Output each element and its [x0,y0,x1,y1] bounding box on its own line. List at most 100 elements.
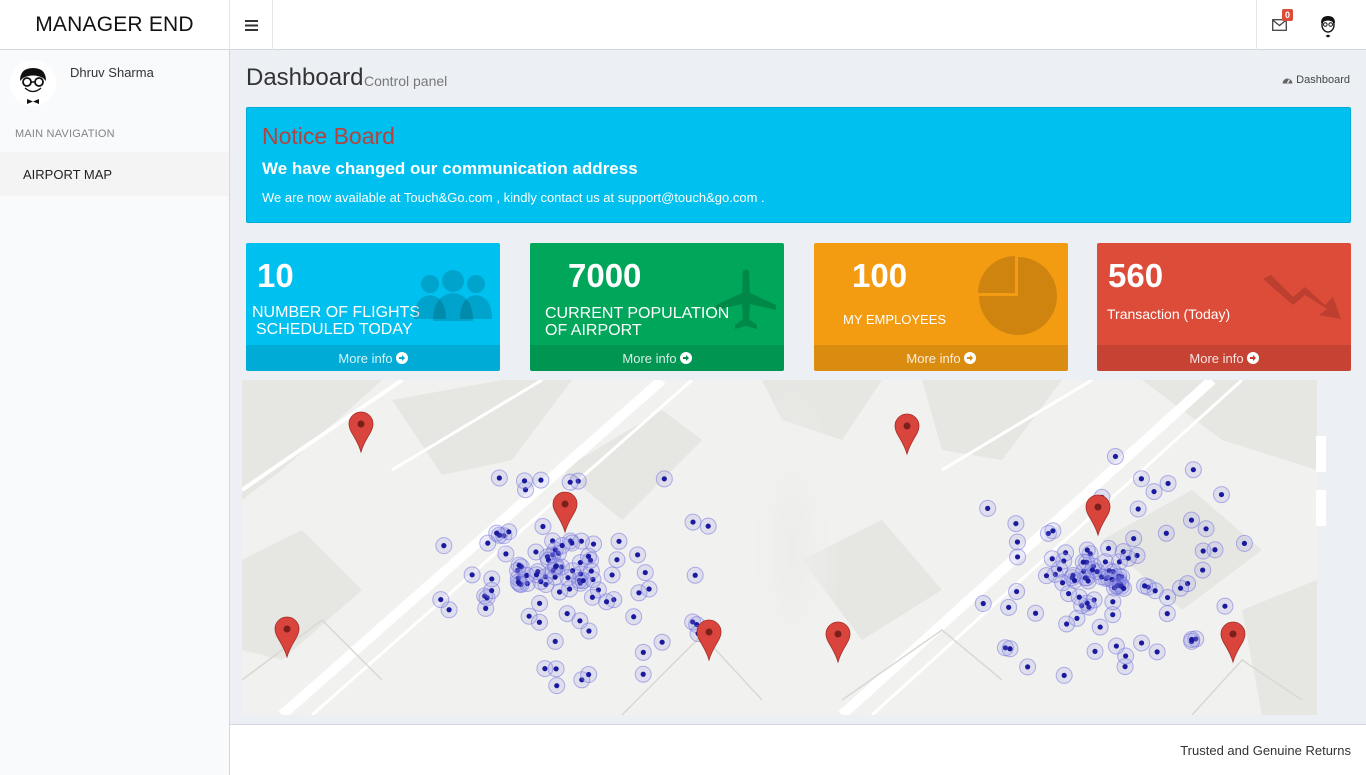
stat-more-info-link[interactable]: More info [530,345,784,371]
map-cluster-point[interactable] [1079,572,1097,590]
map-cluster-point[interactable] [1216,597,1234,615]
map-cluster-point[interactable] [1100,539,1118,557]
map-cluster-point[interactable] [488,524,506,542]
map-cluster-point[interactable] [1086,642,1104,660]
map-cluster-point[interactable] [1070,588,1088,606]
stat-more-info-link[interactable]: More info [246,345,500,371]
map-cluster-point[interactable] [1212,486,1230,504]
map-cluster-point[interactable] [1007,515,1025,533]
map-cluster-point[interactable] [1148,643,1166,661]
map-cluster-point[interactable] [583,588,601,606]
map-cluster-point[interactable] [534,517,552,535]
map-cluster-point[interactable] [528,566,546,584]
map-cluster-point[interactable] [532,471,550,489]
map-zoom-out-button[interactable] [1316,490,1326,526]
map-cluster-point[interactable] [1119,549,1137,567]
map-cluster-point[interactable] [546,632,564,650]
map-cluster-point[interactable] [1008,583,1026,601]
map-cluster-point[interactable] [547,660,565,678]
map-cluster-point[interactable] [1206,541,1224,559]
map-cluster-point[interactable] [653,633,671,651]
map-cluster-point[interactable] [1132,470,1150,488]
map-cluster-point[interactable] [516,472,534,490]
map-cluster-point[interactable] [1027,604,1045,622]
map-cluster-point[interactable] [432,591,450,609]
breadcrumb-label[interactable]: Dashboard [1296,74,1350,86]
brand-logo[interactable]: MANAGER END [0,0,230,50]
map-cluster-point[interactable] [435,537,453,555]
map-cluster-point[interactable] [603,566,621,584]
map-cluster-point[interactable] [510,556,528,574]
sidebar-toggle-button[interactable] [230,0,273,50]
map-marker-icon[interactable] [1085,494,1111,537]
map-cluster-point[interactable] [463,566,481,584]
map-cluster-point[interactable] [974,595,992,613]
map-marker-icon[interactable] [894,413,920,456]
map-cluster-point[interactable] [625,608,643,626]
map-zoom-in-button[interactable] [1316,436,1326,472]
map-cluster-point[interactable] [1145,483,1163,501]
map-cluster-point[interactable] [1000,598,1018,616]
map-cluster-point[interactable] [1107,637,1125,655]
map-cluster-point[interactable] [531,594,549,612]
stat-more-info-link[interactable]: More info [1097,345,1351,371]
airport-map[interactable] [242,380,1317,715]
map-cluster-point[interactable] [636,564,654,582]
map-cluster-point[interactable] [1115,579,1133,597]
map-cluster-point[interactable] [1019,658,1037,676]
map-cluster-point[interactable] [1044,522,1062,540]
map-cluster-point[interactable] [509,573,527,591]
map-cluster-point[interactable] [580,666,598,684]
map-cluster-point[interactable] [634,643,652,661]
map-cluster-point[interactable] [1008,533,1026,551]
map-cluster-point[interactable] [490,469,508,487]
map-cluster-point[interactable] [553,537,571,555]
map-cluster-point[interactable] [1106,447,1124,465]
map-cluster-point[interactable] [1009,548,1027,566]
map-cluster-point[interactable] [610,532,628,550]
sidebar-item-airport-map[interactable]: AIRPORT MAP [0,152,229,196]
map-cluster-point[interactable] [1183,631,1201,649]
map-cluster-point[interactable] [1091,618,1109,636]
map-cluster-point[interactable] [1184,461,1202,479]
map-cluster-point[interactable] [1104,593,1122,611]
map-cluster-point[interactable] [547,557,565,575]
map-cluster-point[interactable] [1054,574,1072,592]
map-cluster-point[interactable] [530,613,548,631]
map-cluster-point[interactable] [579,547,597,565]
map-cluster-point[interactable] [1159,589,1177,607]
map-cluster-point[interactable] [634,665,652,683]
map-cluster-point[interactable] [655,470,673,488]
map-cluster-point[interactable] [1158,605,1176,623]
map-cluster-point[interactable] [1001,640,1019,658]
stat-more-info-link[interactable]: More info [814,345,1068,371]
map-cluster-point[interactable] [979,499,997,517]
map-cluster-point[interactable] [571,612,589,630]
map-marker-icon[interactable] [1220,621,1246,664]
map-cluster-point[interactable] [1074,553,1092,571]
map-cluster-point[interactable] [684,513,702,531]
map-cluster-point[interactable] [1197,520,1215,538]
messages-button[interactable]: 0 [1256,0,1301,50]
map-marker-icon[interactable] [696,619,722,662]
map-cluster-point[interactable] [1055,666,1073,684]
map-cluster-point[interactable] [561,473,579,491]
map-cluster-point[interactable] [483,570,501,588]
breadcrumb[interactable]: Dashboard [1282,74,1350,86]
map-cluster-point[interactable] [1136,577,1154,595]
map-cluster-point[interactable] [497,545,515,563]
map-cluster-point[interactable] [699,517,717,535]
map-cluster-point[interactable] [1235,534,1253,552]
user-avatar-icon[interactable] [1312,10,1344,42]
map-cluster-point[interactable] [629,546,647,564]
map-cluster-point[interactable] [608,551,626,569]
map-cluster-point[interactable] [1129,500,1147,518]
map-cluster-point[interactable] [1125,530,1143,548]
map-cluster-point[interactable] [574,572,592,590]
map-cluster-point[interactable] [1159,474,1177,492]
airport-map-canvas[interactable] [242,380,1317,715]
map-cluster-point[interactable] [1194,561,1212,579]
map-cluster-point[interactable] [1157,524,1175,542]
map-marker-icon[interactable] [348,411,374,454]
map-cluster-point[interactable] [1133,634,1151,652]
